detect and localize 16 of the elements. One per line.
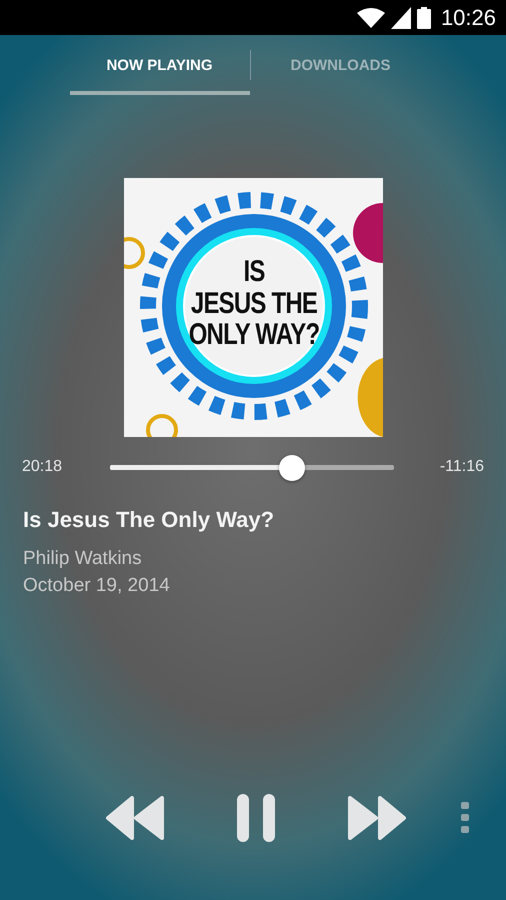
clock-time: 10:26 (440, 4, 496, 30)
track-title: Is Jesus The Only Way? (23, 507, 276, 533)
tab[interactable]: NOW PLAYING (70, 35, 250, 95)
fast-forward-icon[interactable] (346, 796, 406, 840)
elapsed-time: 20:18 (22, 458, 64, 476)
signal-icon (390, 6, 411, 28)
speaker-name: Philip Watkins (23, 547, 143, 571)
more-options-icon[interactable] (461, 802, 469, 834)
remaining-time: -11:16 (438, 458, 484, 476)
wifi-icon (356, 6, 385, 28)
track-date: October 19, 2014 (23, 574, 171, 598)
pause-icon[interactable] (236, 794, 276, 842)
battery-icon (416, 6, 431, 28)
artwork-title: IS JESUS THE ONLY WAY? (187, 256, 320, 350)
seek-thumb[interactable] (278, 454, 305, 480)
rewind-icon[interactable] (106, 796, 166, 840)
